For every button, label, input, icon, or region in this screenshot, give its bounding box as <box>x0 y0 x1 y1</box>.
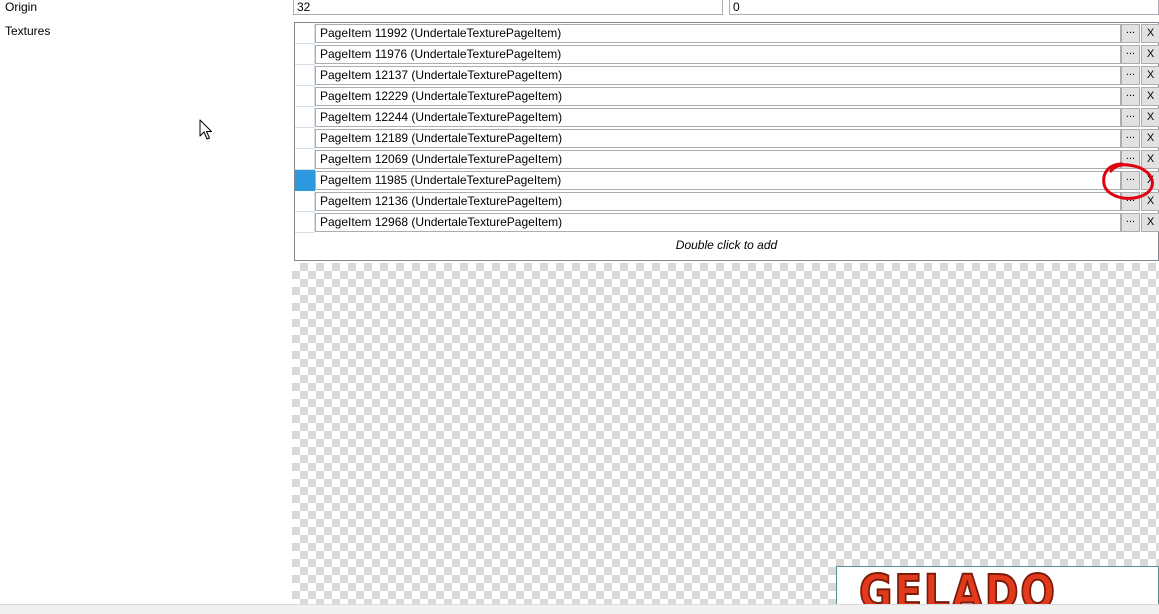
texture-row[interactable]: PageItem 11992 (UndertaleTexturePageItem… <box>295 23 1159 44</box>
texture-field[interactable]: PageItem 12189 (UndertaleTexturePageItem… <box>315 129 1121 148</box>
texture-field[interactable]: PageItem 12244 (UndertaleTexturePageItem… <box>315 108 1121 127</box>
textures-list[interactable]: PageItem 11992 (UndertaleTexturePageItem… <box>294 22 1159 261</box>
texture-row[interactable]: PageItem 12136 (UndertaleTexturePageItem… <box>295 191 1159 212</box>
remove-button[interactable]: X <box>1141 108 1159 127</box>
browse-button[interactable]: ... <box>1121 66 1140 85</box>
remove-button[interactable]: X <box>1141 87 1159 106</box>
add-texture-hint[interactable]: Double click to add <box>295 233 1158 258</box>
row-header[interactable] <box>295 191 315 212</box>
row-header-selected[interactable] <box>295 170 315 191</box>
texture-field[interactable]: PageItem 12229 (UndertaleTexturePageItem… <box>315 87 1121 106</box>
origin-label: Origin <box>5 0 38 14</box>
row-header[interactable] <box>295 65 315 86</box>
texture-row[interactable]: PageItem 12229 (UndertaleTexturePageItem… <box>295 86 1159 107</box>
row-header[interactable] <box>295 128 315 149</box>
row-header[interactable] <box>295 44 315 65</box>
textures-label: Textures <box>5 24 51 38</box>
texture-row[interactable]: PageItem 12968 (UndertaleTexturePageItem… <box>295 212 1159 233</box>
texture-preview <box>292 263 1159 608</box>
remove-button[interactable]: X <box>1141 66 1159 85</box>
sprite-preview: GELADO <box>836 566 1159 608</box>
texture-row[interactable]: PageItem 12137 (UndertaleTexturePageItem… <box>295 65 1159 86</box>
texture-row[interactable]: PageItem 12244 (UndertaleTexturePageItem… <box>295 107 1159 128</box>
origin-x-field[interactable]: 32 <box>293 0 723 15</box>
texture-row-selected[interactable]: PageItem 11985 (UndertaleTexturePageItem… <box>295 170 1159 191</box>
row-header[interactable] <box>295 149 315 170</box>
remove-button[interactable]: X <box>1141 45 1159 64</box>
row-header[interactable] <box>295 107 315 128</box>
texture-row[interactable]: PageItem 12189 (UndertaleTexturePageItem… <box>295 128 1159 149</box>
browse-button[interactable]: ... <box>1121 45 1140 64</box>
browse-button[interactable]: ... <box>1121 87 1140 106</box>
sprite-image: GELADO <box>858 566 1057 608</box>
remove-button[interactable]: X <box>1141 24 1159 43</box>
texture-row[interactable]: PageItem 11976 (UndertaleTexturePageItem… <box>295 44 1159 65</box>
texture-field[interactable]: PageItem 12968 (UndertaleTexturePageItem… <box>315 213 1121 232</box>
red-circle-annotation <box>1102 162 1154 200</box>
browse-button[interactable]: ... <box>1121 129 1140 148</box>
row-header[interactable] <box>295 212 315 233</box>
browse-button[interactable]: ... <box>1121 213 1140 232</box>
row-header[interactable] <box>295 23 315 44</box>
remove-button[interactable]: X <box>1141 213 1159 232</box>
texture-field[interactable]: PageItem 11976 (UndertaleTexturePageItem… <box>315 45 1121 64</box>
origin-y-field[interactable]: 0 <box>729 0 1159 15</box>
remove-button[interactable]: X <box>1141 129 1159 148</box>
texture-field[interactable]: PageItem 12069 (UndertaleTexturePageItem… <box>315 150 1121 169</box>
texture-field[interactable]: PageItem 12136 (UndertaleTexturePageItem… <box>315 192 1121 211</box>
row-header[interactable] <box>295 86 315 107</box>
texture-field[interactable]: PageItem 11992 (UndertaleTexturePageItem… <box>315 24 1121 43</box>
browse-button[interactable]: ... <box>1121 24 1140 43</box>
texture-field[interactable]: PageItem 11985 (UndertaleTexturePageItem… <box>315 171 1121 190</box>
texture-field[interactable]: PageItem 12137 (UndertaleTexturePageItem… <box>315 66 1121 85</box>
arrow-cursor-icon <box>199 119 212 140</box>
browse-button[interactable]: ... <box>1121 108 1140 127</box>
texture-row[interactable]: PageItem 12069 (UndertaleTexturePageItem… <box>295 149 1159 170</box>
